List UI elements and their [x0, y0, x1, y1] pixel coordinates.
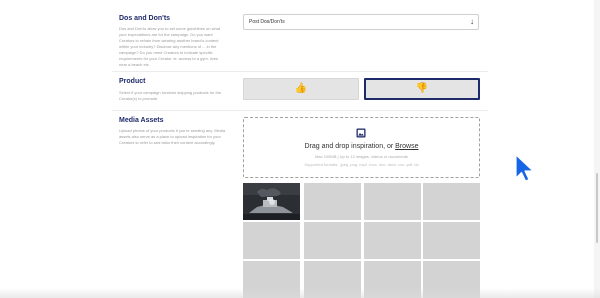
dos-donts-title: Dos and Don'ts: [119, 15, 171, 22]
dropzone-instruction: Drag and drop inspiration, or Browse: [244, 143, 479, 150]
product-yes-toggle[interactable]: 👍: [243, 78, 359, 100]
section-divider: [112, 71, 488, 72]
scrollbar-thumb[interactable]: [596, 173, 598, 243]
image-icon: [356, 128, 366, 138]
product-title: Product: [119, 78, 146, 85]
product-no-toggle[interactable]: 👎: [364, 78, 480, 100]
dos-donts-description: Dos and Don'ts allow you to set some gui…: [119, 26, 221, 67]
uploaded-photo-image: [243, 183, 300, 220]
arrow-down-icon: ↓: [470, 17, 474, 26]
browse-link[interactable]: Browse: [395, 143, 418, 150]
media-placeholder-tile: [364, 183, 421, 220]
dropzone-limits: Max 100MB | Up to 12 images, videos or d…: [315, 154, 408, 159]
media-assets-title: Media Assets: [119, 117, 164, 124]
media-assets-description: Upload photos of your products if you're…: [119, 128, 226, 145]
media-placeholder-tile: [423, 222, 480, 259]
media-placeholder-tile: [423, 183, 480, 220]
dos-donts-select[interactable]: Post Dos/Don'ts ↓: [243, 14, 479, 30]
media-placeholder-tile: [304, 183, 361, 220]
section-divider: [112, 110, 488, 111]
product-description: Select if your campaign involves shippin…: [119, 90, 222, 101]
bottom-shadow: [0, 288, 600, 298]
media-placeholder-tile: [364, 222, 421, 259]
mouse-cursor-icon: [515, 154, 534, 182]
media-placeholder-tile: [243, 222, 300, 259]
thumbs-up-icon: 👍: [294, 83, 308, 94]
dropzone-instruction-text: Drag and drop inspiration, or: [304, 143, 396, 150]
dropzone-formats: Supported formats: .jpeg .png .mp4 .mov …: [304, 162, 419, 167]
media-thumbnail[interactable]: [243, 183, 300, 220]
thumbs-down-icon: 👎: [415, 83, 429, 94]
scrollbar-track[interactable]: [594, 0, 600, 298]
media-dropzone[interactable]: Drag and drop inspiration, or Browse Max…: [243, 117, 480, 178]
dos-donts-select-value: Post Dos/Don'ts: [249, 19, 285, 25]
media-placeholder-tile: [304, 222, 361, 259]
